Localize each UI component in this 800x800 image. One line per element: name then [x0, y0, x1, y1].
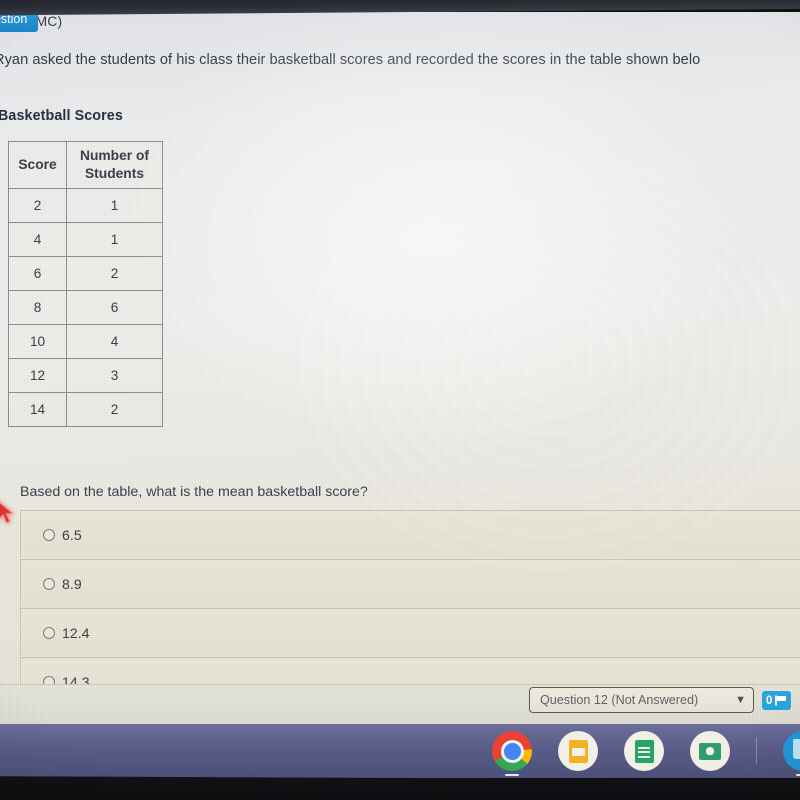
question-navigator-dropdown[interactable]: Question 12 (Not Answered) ▼: [529, 687, 754, 713]
app-running-indicator: [505, 773, 519, 776]
screen-glare: [120, 12, 740, 472]
device-bottom-bezel: [0, 776, 800, 800]
app-running-indicator: [796, 773, 800, 776]
table-header-students-line1: Number of: [80, 148, 149, 163]
answer-option-label: 8.9: [62, 575, 82, 592]
mouse-pointer: [0, 501, 15, 524]
cell-score: 6: [8, 256, 67, 292]
cell-score: 2: [8, 188, 67, 224]
table-row: 12 3: [8, 358, 163, 394]
table-header-students-line2: Students: [84, 166, 145, 182]
table-header-score: Score: [8, 140, 67, 190]
radio-button-icon[interactable]: [43, 528, 55, 541]
radio-button-icon[interactable]: [43, 626, 55, 639]
cell-score: 4: [8, 222, 67, 258]
cell-students: 2: [66, 392, 163, 428]
answer-option-3[interactable]: 12.4: [20, 608, 800, 656]
answer-option-4[interactable]: 14.3: [20, 657, 800, 684]
folder-glyph: [792, 739, 800, 759]
table-caption: Basketball Scores: [0, 108, 123, 124]
chevron-down-icon: ▼: [735, 694, 746, 706]
answer-option-label: 6.5: [62, 526, 82, 543]
classroom-glyph: [699, 742, 721, 760]
question-stem: Ryan asked the students of his class the…: [0, 52, 701, 68]
cell-students: 3: [66, 358, 163, 394]
table-header-row: Score Number of Students: [8, 140, 163, 190]
shelf-app-icons: [492, 731, 800, 776]
screen-moire: [300, 152, 800, 572]
sheets-icon[interactable]: [624, 731, 664, 771]
quiz-page: 08.02 MC) Ryan asked the students of his…: [0, 12, 800, 684]
basketball-scores-table: Score Number of Students 2 1 4 1 6 2 8 6…: [8, 140, 163, 428]
sheets-glyph: [634, 739, 654, 763]
cell-students: 6: [66, 290, 163, 326]
cell-score: 12: [8, 358, 67, 394]
table-row: 2 1: [8, 188, 163, 224]
table-row: 8 6: [8, 290, 163, 326]
cell-score: 14: [8, 392, 67, 428]
answer-option-label: 14.3: [62, 673, 90, 685]
cell-students: 2: [66, 256, 163, 292]
cell-students: 1: [66, 188, 163, 224]
answer-option-2[interactable]: 8.9: [20, 559, 800, 607]
classroom-icon[interactable]: [690, 731, 730, 771]
slides-glyph: [568, 739, 588, 763]
cell-students: 4: [66, 324, 163, 360]
table-row: 6 2: [8, 256, 163, 292]
shelf-divider: [756, 738, 757, 764]
cell-students: 1: [66, 222, 163, 258]
table-row: 14 2: [8, 392, 163, 428]
answer-option-label: 12.4: [62, 624, 90, 641]
cell-score: 8: [8, 290, 67, 326]
chrome-icon[interactable]: [492, 731, 532, 776]
chromeos-shelf: [0, 724, 800, 778]
flag-count-label: 0: [766, 694, 773, 707]
flag-icon: [775, 695, 787, 706]
files-icon[interactable]: [783, 731, 800, 776]
cell-score: 10: [8, 324, 67, 360]
flag-count-badge[interactable]: 0: [762, 691, 792, 710]
table-row: 4 1: [8, 222, 163, 258]
screenshot-root: 08.02 MC) Ryan asked the students of his…: [0, 0, 800, 800]
answer-options-list: 6.5 8.9 12.4 14.3: [20, 510, 800, 684]
slides-icon[interactable]: [558, 731, 598, 771]
radio-button-icon[interactable]: [43, 675, 55, 684]
question-prompt: Based on the table, what is the mean bas…: [20, 484, 368, 500]
radio-button-icon[interactable]: [43, 577, 55, 590]
table-header-students: Number of Students: [66, 140, 163, 190]
question-navigator-value: Question 12 (Not Answered): [540, 693, 699, 707]
table-row: 10 4: [8, 324, 163, 360]
answer-option-1[interactable]: 6.5: [20, 510, 800, 558]
